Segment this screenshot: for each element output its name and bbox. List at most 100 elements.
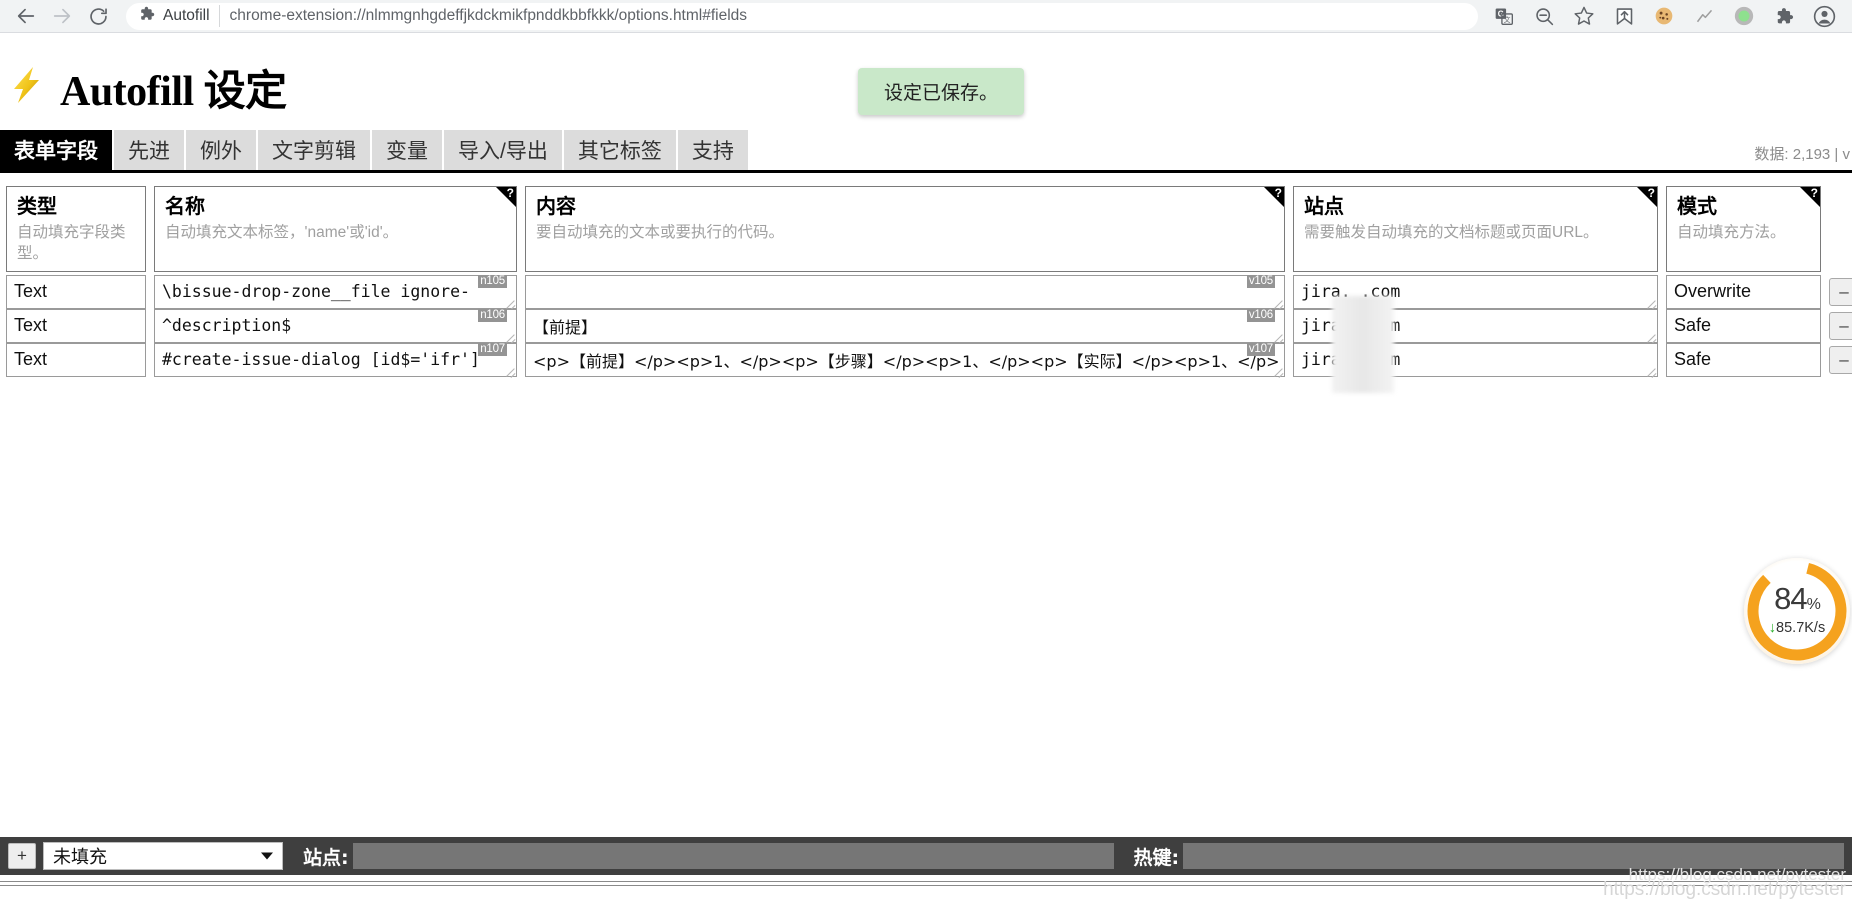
- cell-name[interactable]: \bissue-drop-zone__file ignore- n105: [154, 274, 517, 309]
- column-desc: 自动填充文本标签，'name'或'id'。: [165, 224, 399, 241]
- cell-name[interactable]: ^description$ n106: [154, 308, 517, 343]
- footer-divider: [0, 881, 1852, 887]
- mode-value[interactable]: Safe: [1666, 308, 1821, 343]
- cell-name[interactable]: #create-issue-dialog [id$='ifr'] n107: [154, 342, 517, 377]
- cell-value[interactable]: v105: [525, 274, 1285, 309]
- column-title: 站点: [1304, 196, 1344, 218]
- name-input[interactable]: #create-issue-dialog [id$='ifr']: [154, 342, 517, 377]
- address-bar[interactable]: Autofill chrome-extension://nlmmgnhgdeff…: [126, 2, 1478, 30]
- tab-variables[interactable]: 变量: [372, 130, 444, 170]
- tab-other-labels[interactable]: 其它标签: [563, 130, 678, 170]
- tab-support[interactable]: 支持: [677, 130, 750, 170]
- value-badge: v107: [1246, 342, 1275, 356]
- brand: Autofill 设定: [8, 57, 287, 118]
- name-input[interactable]: ^description$: [154, 308, 517, 343]
- tab-text-clips[interactable]: 文字剪辑: [258, 130, 372, 170]
- green-dot-record-icon[interactable]: [1729, 2, 1759, 30]
- site-input[interactable]: jira. .com: [1293, 308, 1658, 343]
- download-percent-value: 84: [1774, 580, 1807, 616]
- column-header-mode: ? 模式 自动填充方法。: [1666, 186, 1821, 272]
- help-question-mark[interactable]: ?: [1275, 187, 1282, 200]
- forward-arrow-icon[interactable]: [44, 2, 80, 30]
- reload-icon[interactable]: [80, 2, 116, 30]
- cell-mode[interactable]: Safe: [1666, 308, 1821, 343]
- site-input[interactable]: jira. .com: [1293, 274, 1658, 309]
- value-input[interactable]: [525, 274, 1285, 309]
- type-select-value: 未填充: [53, 847, 107, 868]
- mode-value[interactable]: Overwrite: [1666, 274, 1821, 309]
- divider-line-bottom: [0, 885, 1852, 886]
- cell-mode[interactable]: Overwrite: [1666, 274, 1821, 309]
- column-desc: 要自动填充的文本或要执行的代码。: [536, 224, 785, 241]
- site-input[interactable]: jira. .com: [1293, 342, 1658, 377]
- autofill-lightning-icon[interactable]: [1689, 2, 1719, 30]
- help-question-mark[interactable]: ?: [1811, 187, 1818, 200]
- tab-import-export[interactable]: 导入/导出: [444, 130, 564, 170]
- column-title: 模式: [1677, 196, 1717, 218]
- translate-icon[interactable]: G文: [1489, 2, 1519, 30]
- value-input[interactable]: 【前提】: [525, 308, 1285, 343]
- bottom-toolbar: + 未填充 站点: 热键:: [0, 837, 1852, 875]
- tab-advanced[interactable]: 先进: [114, 130, 186, 170]
- saved-toast: 设定已保存。: [858, 68, 1025, 115]
- browser-toolbar: Autofill chrome-extension://nlmmgnhgdeff…: [0, 0, 1852, 33]
- column-header-type: 类型 自动填充字段类型。: [6, 186, 146, 272]
- watermark: https://blog.csdn.net/pytester: [1603, 879, 1846, 900]
- name-badge: n106: [478, 308, 507, 322]
- download-speed-value: 85.7K/s: [1776, 619, 1826, 636]
- cookie-icon[interactable]: [1649, 2, 1679, 30]
- table-row: Text ^description$ n106 【前提】 v106 jira. …: [6, 308, 1852, 343]
- value-badge: v106: [1246, 308, 1275, 322]
- puzzle-piece-icon: [138, 5, 155, 27]
- bookmark-star-icon[interactable]: [1569, 2, 1599, 30]
- tab-exceptions[interactable]: 例外: [186, 130, 258, 170]
- add-field-button[interactable]: +: [8, 843, 36, 869]
- zoom-out-icon[interactable]: [1529, 2, 1559, 30]
- lightning-bolt-icon: [8, 65, 46, 110]
- type-value[interactable]: Text: [6, 274, 146, 309]
- site-input[interactable]: [352, 843, 1114, 869]
- column-desc: 需要触发自动填充的文档标题或页面URL。: [1304, 224, 1599, 241]
- remove-row-button[interactable]: –: [1829, 311, 1852, 340]
- tab-bar: 表单字段 先进 例外 文字剪辑 变量 导入/导出 其它标签 支持 数据: 2,1…: [0, 130, 1852, 173]
- cell-type[interactable]: Text: [6, 308, 146, 343]
- type-select[interactable]: 未填充: [43, 842, 283, 870]
- download-progress-widget[interactable]: 84% ↓85.7K/s: [1744, 558, 1850, 664]
- profile-avatar-icon[interactable]: [1809, 2, 1839, 30]
- divider-line-top: [0, 881, 1852, 882]
- table-body: Text \bissue-drop-zone__file ignore- n10…: [0, 274, 1852, 377]
- name-input[interactable]: \bissue-drop-zone__file ignore-: [154, 274, 517, 309]
- tab-form-fields[interactable]: 表单字段: [0, 130, 114, 170]
- cell-site[interactable]: jira. .com: [1293, 308, 1658, 343]
- column-title: 类型: [17, 196, 57, 218]
- cell-mode[interactable]: Safe: [1666, 342, 1821, 377]
- cell-type[interactable]: Text: [6, 274, 146, 309]
- help-question-mark[interactable]: ?: [1648, 187, 1655, 200]
- hotkey-label: 热键:: [1133, 846, 1180, 869]
- help-question-mark[interactable]: ?: [507, 187, 514, 200]
- name-badge: n105: [478, 274, 507, 288]
- cell-row-actions: – ›: [1829, 343, 1852, 377]
- remove-row-button[interactable]: –: [1829, 277, 1852, 306]
- cell-site[interactable]: jira. .com: [1293, 274, 1658, 309]
- extensions-puzzle-icon[interactable]: [1769, 2, 1799, 30]
- value-input[interactable]: <p>【前提】</p><p>1、</p><p>【步骤】</p><p>1、</p>…: [525, 342, 1285, 377]
- remove-row-button[interactable]: –: [1829, 345, 1852, 374]
- name-badge: n107: [478, 342, 507, 356]
- download-percent: 84%: [1774, 580, 1821, 616]
- type-value[interactable]: Text: [6, 308, 146, 343]
- cell-type[interactable]: Text: [6, 342, 146, 377]
- pocket-save-icon[interactable]: [1609, 2, 1639, 30]
- download-arrow-icon: ↓: [1768, 619, 1777, 636]
- mode-value[interactable]: Safe: [1666, 342, 1821, 377]
- back-arrow-icon[interactable]: [8, 2, 44, 30]
- cell-row-actions: – ›: [1829, 309, 1852, 343]
- site-input-wrapper: [352, 843, 1114, 869]
- table-row: Text \bissue-drop-zone__file ignore- n10…: [6, 274, 1852, 309]
- cell-value[interactable]: 【前提】 v106: [525, 308, 1285, 343]
- cell-value[interactable]: <p>【前提】</p><p>1、</p><p>【步骤】</p><p>1、</p>…: [525, 342, 1285, 377]
- value-badge: v105: [1246, 274, 1275, 288]
- column-header-value: ? 内容 要自动填充的文本或要执行的代码。: [525, 186, 1285, 272]
- cell-site[interactable]: jira. .com: [1293, 342, 1658, 377]
- type-value[interactable]: Text: [6, 342, 146, 377]
